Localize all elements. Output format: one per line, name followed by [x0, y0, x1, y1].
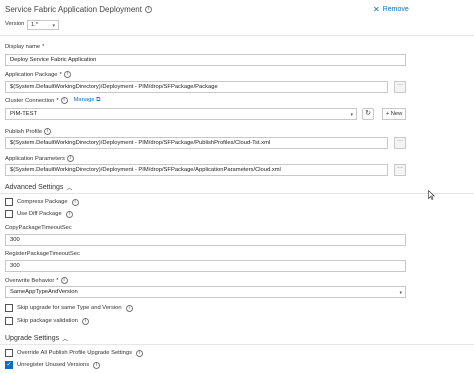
refresh-button[interactable]: ↻	[362, 108, 374, 120]
external-link-icon: ⧉	[96, 97, 101, 103]
task-title-text: Service Fabric Application Deployment	[5, 5, 142, 14]
display-name-label-text: Display name	[5, 44, 41, 50]
display-name-label: Display name *	[5, 44, 44, 50]
unregister-unused-label: Unregister Unused Versions	[17, 362, 90, 368]
unregister-unused-checkbox[interactable]: ✓ Unregister Unused Versions i	[5, 361, 101, 369]
advanced-divider	[0, 193, 474, 194]
application-parameters-input[interactable]: $(System.DefaultWorkingDirectory)/Deploy…	[5, 164, 388, 176]
cluster-connection-label-text: Cluster Connection	[5, 97, 55, 104]
checkbox-box[interactable]: ✓	[5, 361, 13, 369]
register-timeout-label-text: RegisterPackageTimeoutSec	[5, 251, 80, 257]
task-title: Service Fabric Application Deployment i	[5, 5, 152, 14]
version-label: Version	[5, 21, 25, 27]
skip-validation-label: Skip package validation	[17, 318, 78, 324]
remove-label: Remove	[382, 6, 409, 13]
info-icon[interactable]: i	[60, 277, 68, 284]
advanced-settings-toggle[interactable]: Advanced Settings ︿	[5, 183, 72, 192]
copy-timeout-label: CopyPackageTimeoutSec	[5, 225, 72, 231]
info-icon[interactable]: i	[125, 304, 133, 312]
version-value: 1.*	[31, 22, 39, 28]
copy-timeout-input[interactable]: 300	[5, 234, 406, 246]
use-diff-package-checkbox[interactable]: Use Diff Package i	[5, 210, 73, 218]
chevron-down-icon: ▾	[399, 290, 402, 296]
skip-upgrade-checkbox[interactable]: Skip upgrade for same Type and Version i	[5, 304, 133, 312]
info-icon[interactable]: i	[60, 97, 68, 104]
info-icon[interactable]: i	[144, 6, 152, 13]
publish-profile-input[interactable]: $(System.DefaultWorkingDirectory)/Deploy…	[5, 137, 388, 149]
info-icon[interactable]: i	[65, 210, 73, 218]
skip-upgrade-label: Skip upgrade for same Type and Version	[17, 305, 122, 311]
overwrite-behavior-label: Overwrite Behavior * i	[5, 277, 68, 284]
checkbox-box[interactable]	[5, 210, 13, 218]
version-select[interactable]: 1.* ▾	[27, 20, 59, 30]
required-marker: *	[56, 97, 59, 104]
display-name-input[interactable]: Deploy Service Fabric Application	[5, 54, 406, 66]
remove-button[interactable]: ✕ Remove	[373, 5, 409, 14]
application-parameters-label-text: Application Parameters	[5, 155, 65, 162]
manage-link-text: Manage	[73, 97, 95, 103]
register-timeout-input[interactable]: 300	[5, 260, 406, 272]
header-divider	[0, 35, 474, 36]
required-marker: *	[59, 71, 62, 78]
checkbox-box[interactable]	[5, 317, 13, 325]
close-icon: ✕	[373, 5, 380, 14]
override-all-label: Override All Publish Profile Upgrade Set…	[17, 350, 133, 356]
overwrite-behavior-label-text: Overwrite Behavior	[5, 277, 55, 284]
info-icon[interactable]: i	[93, 361, 101, 369]
info-icon[interactable]: i	[71, 198, 79, 206]
cluster-connection-value: PIM-TEST	[10, 111, 38, 117]
application-package-input[interactable]: $(System.DefaultWorkingDirectory)/Deploy…	[5, 81, 388, 93]
mouse-cursor-icon	[428, 190, 435, 200]
browse-button[interactable]: ···	[394, 137, 406, 149]
skip-validation-checkbox[interactable]: Skip package validation i	[5, 317, 89, 325]
info-icon[interactable]: i	[66, 155, 74, 162]
browse-button[interactable]: ···	[394, 81, 406, 93]
application-package-label-text: Application Package	[5, 71, 58, 78]
chevron-down-icon: ▾	[350, 112, 353, 118]
use-diff-package-label: Use Diff Package	[17, 211, 62, 217]
overwrite-behavior-value: SameAppTypeAndVersion	[10, 289, 78, 295]
register-timeout-label: RegisterPackageTimeoutSec	[5, 251, 80, 257]
upgrade-settings-title: Upgrade Settings	[5, 335, 60, 342]
info-icon[interactable]: i	[44, 128, 52, 135]
compress-package-label: Compress Package	[17, 199, 68, 205]
info-icon[interactable]: i	[63, 71, 71, 78]
info-icon[interactable]: i	[136, 349, 144, 357]
overwrite-behavior-select[interactable]: SameAppTypeAndVersion ▾	[5, 286, 406, 298]
publish-profile-label: Publish Profile i	[5, 128, 52, 135]
application-package-label: Application Package * i	[5, 71, 71, 78]
info-icon[interactable]: i	[81, 317, 89, 325]
new-connection-button[interactable]: + New	[382, 108, 406, 120]
chevron-up-icon: ︿	[62, 337, 69, 343]
required-marker: *	[56, 277, 59, 284]
cluster-connection-select[interactable]: PIM-TEST ▾	[5, 108, 357, 120]
cluster-connection-label: Cluster Connection * i Manage ⧉	[5, 97, 100, 104]
manage-link[interactable]: Manage ⧉	[74, 97, 101, 104]
override-all-checkbox[interactable]: Override All Publish Profile Upgrade Set…	[5, 349, 144, 357]
checkbox-box[interactable]	[5, 304, 13, 312]
upgrade-settings-toggle[interactable]: Upgrade Settings ︿	[5, 334, 68, 343]
copy-timeout-label-text: CopyPackageTimeoutSec	[5, 225, 72, 231]
required-marker: *	[42, 44, 45, 50]
chevron-up-icon: ︿	[66, 186, 73, 192]
refresh-icon: ↻	[365, 110, 371, 117]
advanced-settings-title: Advanced Settings	[5, 184, 64, 191]
upgrade-divider	[0, 344, 474, 345]
browse-button[interactable]: ···	[394, 164, 406, 176]
compress-package-checkbox[interactable]: Compress Package i	[5, 198, 79, 206]
publish-profile-label-text: Publish Profile	[5, 128, 43, 135]
checkbox-box[interactable]	[5, 349, 13, 357]
checkbox-box[interactable]	[5, 198, 13, 206]
application-parameters-label: Application Parameters i	[5, 155, 74, 162]
chevron-down-icon: ▾	[52, 23, 55, 29]
